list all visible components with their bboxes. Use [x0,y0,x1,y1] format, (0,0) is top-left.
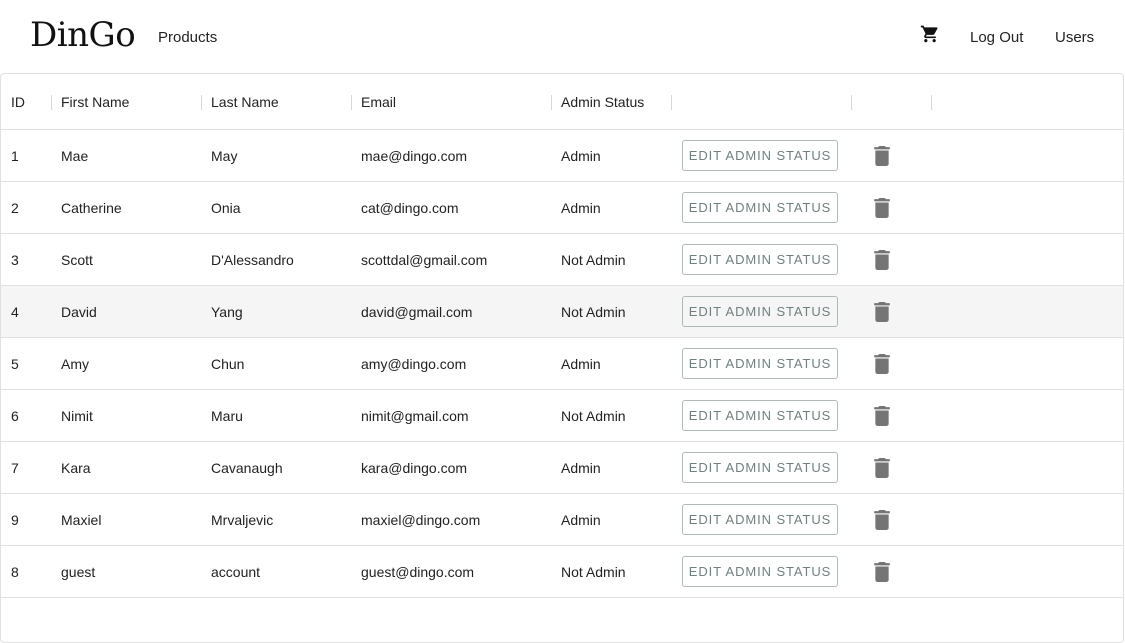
cell-first-name: Maxiel [61,512,102,528]
cell-last-name: Maru [211,408,243,424]
cell-admin-status: Admin [561,460,601,476]
cell-id: 1 [11,148,19,164]
cell-first-name: Catherine [61,200,122,216]
edit-admin-status-button[interactable]: EDIT ADMIN STATUS [682,504,838,535]
cell-id: 3 [11,252,19,268]
table-row[interactable]: 9 Maxiel Mrvaljevic maxiel@dingo.com Admin ED… [1,494,1123,546]
table-row[interactable]: 5 Amy Chun amy@dingo.com Admin EDIT ADMIN STA… [1,338,1123,390]
cell-email: david@gmail.com [361,304,473,320]
cell-id: 6 [11,408,19,424]
trash-icon[interactable] [874,198,890,218]
table-row[interactable]: 3 Scott D'Alessandro scottdal@gmail.com Not … [1,234,1123,286]
cell-id: 7 [11,460,19,476]
shopping-cart-icon[interactable] [920,24,940,44]
edit-admin-status-button[interactable]: EDIT ADMIN STATUS [682,140,838,171]
cell-first-name: guest [61,564,96,580]
cell-last-name: D'Alessandro [211,252,294,268]
trash-icon[interactable] [874,302,890,322]
cell-first-name: David [61,304,97,320]
cell-admin-status: Admin [561,200,601,216]
cell-id: 9 [11,512,19,528]
cell-id: 5 [11,356,19,372]
cell-email: mae@dingo.com [361,148,468,164]
table-row[interactable]: 4 David Yang david@gmail.com Not Admin EDIT A… [1,286,1123,338]
column-header-id[interactable]: ID [1,74,51,130]
table-row[interactable]: 8 guest account guest@dingo.com Not Admin EDI… [1,546,1123,598]
cell-last-name: account [211,564,261,580]
trash-icon[interactable] [874,146,890,166]
edit-admin-status-button[interactable]: EDIT ADMIN STATUS [682,348,838,379]
cell-admin-status: Not Admin [561,564,626,580]
nav-products-link[interactable]: Products [158,29,217,46]
cell-email: guest@dingo.com [361,564,475,580]
trash-icon[interactable] [874,562,890,582]
cell-last-name: Onia [211,200,241,216]
edit-admin-status-button[interactable]: EDIT ADMIN STATUS [682,244,838,275]
logo[interactable]: DinGo [30,15,136,55]
cell-admin-status: Admin [561,356,601,372]
cell-admin-status: Admin [561,512,601,528]
cell-first-name: Nimit [61,408,93,424]
trash-icon[interactable] [874,458,890,478]
nav-users-link[interactable]: Users [1055,29,1094,46]
cell-id: 4 [11,304,19,320]
cell-email: kara@dingo.com [361,460,468,476]
trash-icon[interactable] [874,406,890,426]
cell-id: 2 [11,200,19,216]
column-header-admin-status[interactable]: Admin Status [551,74,671,130]
cell-last-name: Chun [211,356,245,372]
column-header-first-name[interactable]: First Name [51,74,201,130]
column-header-email[interactable]: Email [351,74,551,130]
cell-first-name: Kara [61,460,91,476]
users-table: ID First Name Last Name Email Admin Stat… [0,73,1124,643]
cell-email: amy@dingo.com [361,356,467,372]
cell-email: nimit@gmail.com [361,408,469,424]
cell-admin-status: Not Admin [561,252,626,268]
table-header: ID First Name Last Name Email Admin Stat… [1,74,1123,130]
cell-last-name: Yang [211,304,243,320]
table-row[interactable]: 6 Nimit Maru nimit@gmail.com Not Admin EDIT A… [1,390,1123,442]
cell-last-name: Cavanaugh [211,460,283,476]
cell-last-name: May [211,148,238,164]
edit-admin-status-button[interactable]: EDIT ADMIN STATUS [682,400,838,431]
trash-icon[interactable] [874,354,890,374]
cell-first-name: Amy [61,356,89,372]
column-header-last-name[interactable]: Last Name [201,74,351,130]
cell-first-name: Mae [61,148,89,164]
cell-first-name: Scott [61,252,93,268]
cell-id: 8 [11,564,19,580]
trash-icon[interactable] [874,510,890,530]
cell-email: cat@dingo.com [361,200,459,216]
cell-email: maxiel@dingo.com [361,512,481,528]
column-header-actions[interactable] [671,74,851,130]
top-navbar: DinGo Products Log Out Users [0,0,1125,74]
column-separator[interactable] [931,95,932,110]
cell-email: scottdal@gmail.com [361,252,488,268]
cell-admin-status: Not Admin [561,304,626,320]
edit-admin-status-button[interactable]: EDIT ADMIN STATUS [682,192,838,223]
table-row[interactable]: 7 Kara Cavanaugh kara@dingo.com Admin EDIT AD… [1,442,1123,494]
edit-admin-status-button[interactable]: EDIT ADMIN STATUS [682,452,838,483]
cell-admin-status: Admin [561,148,601,164]
edit-admin-status-button[interactable]: EDIT ADMIN STATUS [682,296,838,327]
edit-admin-status-button[interactable]: EDIT ADMIN STATUS [682,556,838,587]
trash-icon[interactable] [874,250,890,270]
nav-logout-link[interactable]: Log Out [970,29,1023,46]
column-header-delete[interactable] [851,74,931,130]
cell-last-name: Mrvaljevic [211,512,274,528]
table-row[interactable]: 2 Catherine Onia cat@dingo.com Admin EDIT ADM… [1,182,1123,234]
table-row[interactable]: 1 Mae May mae@dingo.com Admin EDIT ADMIN STAT… [1,130,1123,182]
cell-admin-status: Not Admin [561,408,626,424]
